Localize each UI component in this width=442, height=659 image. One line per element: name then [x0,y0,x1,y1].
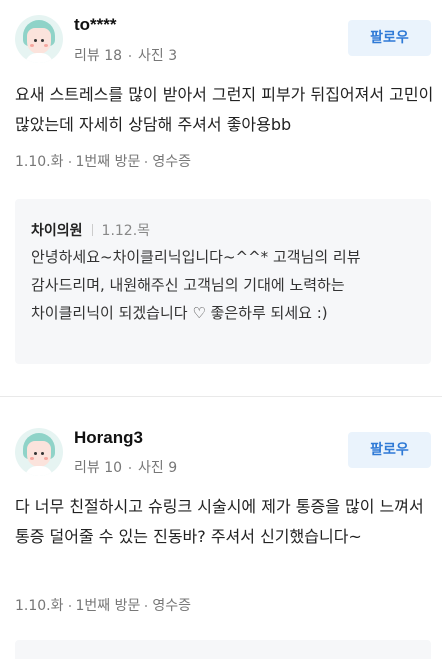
visit-info: 1.10.화 1번째 방문 영수증 [15,595,191,615]
follow-button[interactable]: 팔로우 [348,20,431,56]
avatar-face [27,441,51,467]
review-text[interactable]: 다 너무 친절하시고 슈링크 시술시에 제가 통증을 많이 느껴서 통증 덜어줄… [15,492,435,552]
reply-author: 차이의원 [31,223,83,239]
receipt-badge: 영수증 [152,598,192,614]
user-avatar[interactable] [15,15,63,63]
avatar-cheek [44,44,48,47]
visit-date: 1.10.화 [15,154,64,170]
avatar-eye [41,39,44,42]
receipt-badge: 영수증 [152,154,192,170]
divider-bar [91,224,93,236]
avatar-eye [34,452,37,455]
owner-reply: 차이의원 1.12.목 안녕하세요~차이클리닉입니다~^^* 고객님의 리뷰 감사… [15,199,431,364]
visit-info: 1.10.화 1번째 방문 영수증 [15,151,191,171]
reply-date: 1.12.목 [101,223,151,239]
avatar-eye [41,452,44,455]
review-text[interactable]: 요새 스트레스를 많이 받아서 그런지 피부가 뒤집어져서 고민이 많았는데 자… [15,80,435,140]
reviewer-stats: 리뷰 10 사진 9 [74,457,177,477]
review-divider [0,396,442,397]
reviewer-nickname[interactable]: Horang3 [74,428,143,448]
visit-count: 1번째 방문 [75,598,141,614]
owner-reply [15,640,431,659]
avatar-body [25,466,53,476]
reviewer-stats: 리뷰 18 사진 3 [74,45,177,65]
separator-dot [145,605,148,607]
reviewer-nickname[interactable]: to**** [74,15,117,35]
photo-count: 사진 3 [138,48,178,64]
review-count: 리뷰 10 [74,460,123,476]
avatar-body [25,53,53,63]
separator-dot [68,605,71,607]
avatar-cheek [30,44,34,47]
avatar-face [27,28,51,54]
photo-count: 사진 9 [138,460,178,476]
separator-dot [129,467,132,469]
visit-date: 1.10.화 [15,598,64,614]
review-count: 리뷰 18 [74,48,123,64]
separator-dot [68,161,71,163]
reply-header: 차이의원 1.12.목 [31,220,150,240]
follow-button[interactable]: 팔로우 [348,432,431,468]
separator-dot [145,161,148,163]
user-avatar[interactable] [15,428,63,476]
avatar-eye [34,39,37,42]
avatar-cheek [30,457,34,460]
reply-text: 안녕하세요~차이클리닉입니다~^^* 고객님의 리뷰 감사드리며, 내원해주신 … [31,248,361,322]
avatar-cheek [44,457,48,460]
visit-count: 1번째 방문 [75,154,141,170]
separator-dot [129,55,132,57]
